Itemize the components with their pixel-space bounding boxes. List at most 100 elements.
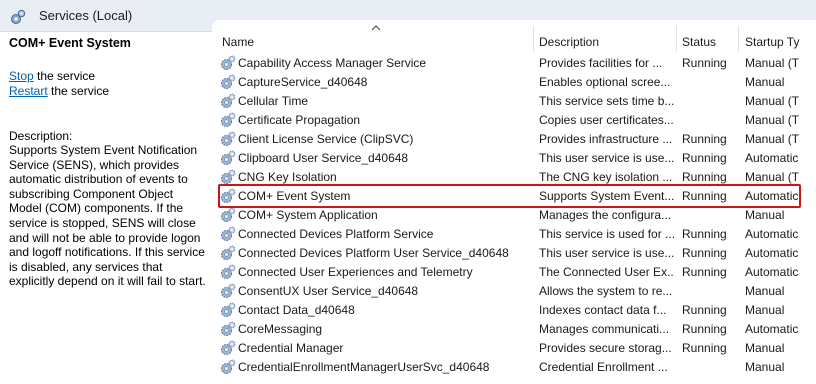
service-startup-type: Manual bbox=[745, 341, 785, 355]
service-gear-icon bbox=[221, 283, 236, 298]
service-name: ConsentUX User Service_d40648 bbox=[238, 284, 419, 298]
service-status: Running bbox=[682, 303, 727, 317]
stop-service-link[interactable]: Stop bbox=[9, 69, 34, 83]
service-description: This user service is use... bbox=[539, 246, 675, 260]
stop-service-suffix: the service bbox=[33, 69, 96, 83]
table-row[interactable]: CaptureService_d40648 Enables optional sc… bbox=[212, 73, 816, 92]
table-row[interactable]: COM+ System Application Manages the confi… bbox=[212, 206, 816, 225]
service-description: The CNG key isolation ... bbox=[539, 170, 673, 184]
service-gear-icon bbox=[221, 340, 236, 355]
service-startup-type: Manual bbox=[745, 75, 785, 89]
service-status: Running bbox=[682, 56, 727, 70]
service-name: COM+ Event System bbox=[238, 189, 351, 203]
table-row[interactable]: Connected Devices Platform User Service_… bbox=[212, 244, 816, 263]
restart-service-link[interactable]: Restart bbox=[9, 84, 48, 98]
service-name: Credential Manager bbox=[238, 341, 344, 355]
table-row[interactable]: CredentialEnrollmentManagerUserSvc_d4064… bbox=[212, 358, 816, 377]
service-description: The Connected User Ex... bbox=[539, 265, 675, 279]
table-row[interactable]: Cellular Time This service sets time b...… bbox=[212, 92, 816, 111]
service-status: Running bbox=[682, 151, 727, 165]
column-divider[interactable] bbox=[533, 26, 534, 52]
table-row[interactable]: Connected User Experiences and Telemetry… bbox=[212, 263, 816, 282]
table-row[interactable]: Connected Devices Platform Service This s… bbox=[212, 225, 816, 244]
service-name: Connected Devices Platform Service bbox=[238, 227, 434, 241]
service-description: Indexes contact data f... bbox=[539, 303, 667, 317]
table-row[interactable]: Certificate Propagation Copies user certi… bbox=[212, 111, 816, 130]
table-row[interactable]: Contact Data_d40648 Indexes contact data … bbox=[212, 301, 816, 320]
service-detail-pane: COM+ Event System Stop the service Resta… bbox=[0, 32, 212, 384]
service-gear-icon bbox=[221, 245, 236, 260]
service-gear-icon bbox=[221, 169, 236, 184]
service-name: CaptureService_d40648 bbox=[238, 75, 368, 89]
service-name: Cellular Time bbox=[238, 94, 309, 108]
service-gear-icon bbox=[221, 93, 236, 108]
table-row[interactable]: CNG Key Isolation The CNG key isolation .… bbox=[212, 168, 816, 187]
service-status: Running bbox=[682, 170, 727, 184]
service-name: CredentialEnrollmentManagerUserSvc_d4064… bbox=[238, 360, 490, 374]
restart-service-suffix: the service bbox=[47, 84, 110, 98]
service-gear-icon bbox=[221, 112, 236, 127]
service-gear-icon bbox=[221, 150, 236, 165]
description-label: Description: bbox=[9, 129, 73, 143]
service-description-text: Supports System Event Notification Servi… bbox=[9, 143, 206, 289]
service-name: CoreMessaging bbox=[238, 322, 323, 336]
service-description: Provides secure storag... bbox=[539, 341, 672, 355]
service-gear-icon bbox=[221, 207, 236, 222]
service-gear-icon bbox=[221, 302, 236, 317]
service-startup-type: Automatic bbox=[745, 189, 799, 203]
service-description: Manages the configura... bbox=[539, 208, 672, 222]
service-startup-type: Manual (T bbox=[745, 132, 800, 146]
column-header-row: Name Description Status Startup Ty bbox=[212, 20, 816, 52]
service-gear-icon bbox=[221, 131, 236, 146]
service-startup-type: Manual bbox=[745, 303, 785, 317]
column-header-description[interactable]: Description bbox=[539, 35, 599, 49]
service-name: Certificate Propagation bbox=[238, 113, 361, 127]
table-row[interactable]: CoreMessaging Manages communicati... Runni… bbox=[212, 320, 816, 339]
services-gear-icon bbox=[11, 9, 26, 24]
column-header-startup-type[interactable]: Startup Ty bbox=[745, 35, 799, 49]
service-description: Supports System Event... bbox=[539, 189, 675, 203]
service-status: Running bbox=[682, 246, 727, 260]
service-name: Client License Service (ClipSVC) bbox=[238, 132, 414, 146]
service-startup-type: Manual (T bbox=[745, 113, 800, 127]
service-startup-type: Automatic bbox=[745, 322, 799, 336]
column-divider[interactable] bbox=[738, 26, 739, 52]
service-startup-type: Manual (T bbox=[745, 56, 800, 70]
table-row[interactable]: Clipboard User Service_d40648 This user s… bbox=[212, 149, 816, 168]
service-gear-icon bbox=[221, 74, 236, 89]
service-status: Running bbox=[682, 132, 727, 146]
service-startup-type: Manual bbox=[745, 284, 785, 298]
table-row[interactable]: Client License Service (ClipSVC) Provides… bbox=[212, 130, 816, 149]
service-gear-icon bbox=[221, 188, 236, 203]
service-description: Copies user certificates... bbox=[539, 113, 674, 127]
service-name: Contact Data_d40648 bbox=[238, 303, 355, 317]
column-header-status[interactable]: Status bbox=[682, 35, 716, 49]
service-status: Running bbox=[682, 227, 727, 241]
selected-service-name: COM+ Event System bbox=[9, 36, 131, 50]
restart-service-line: Restart the service bbox=[9, 84, 109, 98]
sort-ascending-icon bbox=[371, 25, 381, 31]
service-gear-icon bbox=[221, 264, 236, 279]
window-title: Services (Local) bbox=[39, 8, 133, 23]
services-list: Name Description Status Startup Ty Capab… bbox=[212, 20, 816, 384]
table-row[interactable]: Credential Manager Provides secure storag… bbox=[212, 339, 816, 358]
service-name: CNG Key Isolation bbox=[238, 170, 337, 184]
service-description: Manages communicati... bbox=[539, 322, 670, 336]
service-startup-type: Manual bbox=[745, 360, 785, 374]
table-row[interactable]: Capability Access Manager Service Provide… bbox=[212, 54, 816, 73]
service-status: Running bbox=[682, 265, 727, 279]
column-divider[interactable] bbox=[676, 26, 677, 52]
column-header-name[interactable]: Name bbox=[222, 35, 254, 49]
table-row-selected[interactable]: COM+ Event System Supports System Event..… bbox=[212, 187, 816, 206]
service-name: Capability Access Manager Service bbox=[238, 56, 427, 70]
stop-service-line: Stop the service bbox=[9, 69, 95, 83]
service-name: Connected Devices Platform User Service_… bbox=[238, 246, 509, 260]
service-description: Allows the system to re... bbox=[539, 284, 673, 298]
service-description: This service is used for ... bbox=[539, 227, 675, 241]
service-description: Enables optional scree... bbox=[539, 75, 671, 89]
service-startup-type: Automatic bbox=[745, 246, 799, 260]
service-gear-icon bbox=[221, 226, 236, 241]
service-gear-icon bbox=[221, 321, 236, 336]
table-row[interactable]: ConsentUX User Service_d40648 Allows the … bbox=[212, 282, 816, 301]
service-name: Clipboard User Service_d40648 bbox=[238, 151, 409, 165]
